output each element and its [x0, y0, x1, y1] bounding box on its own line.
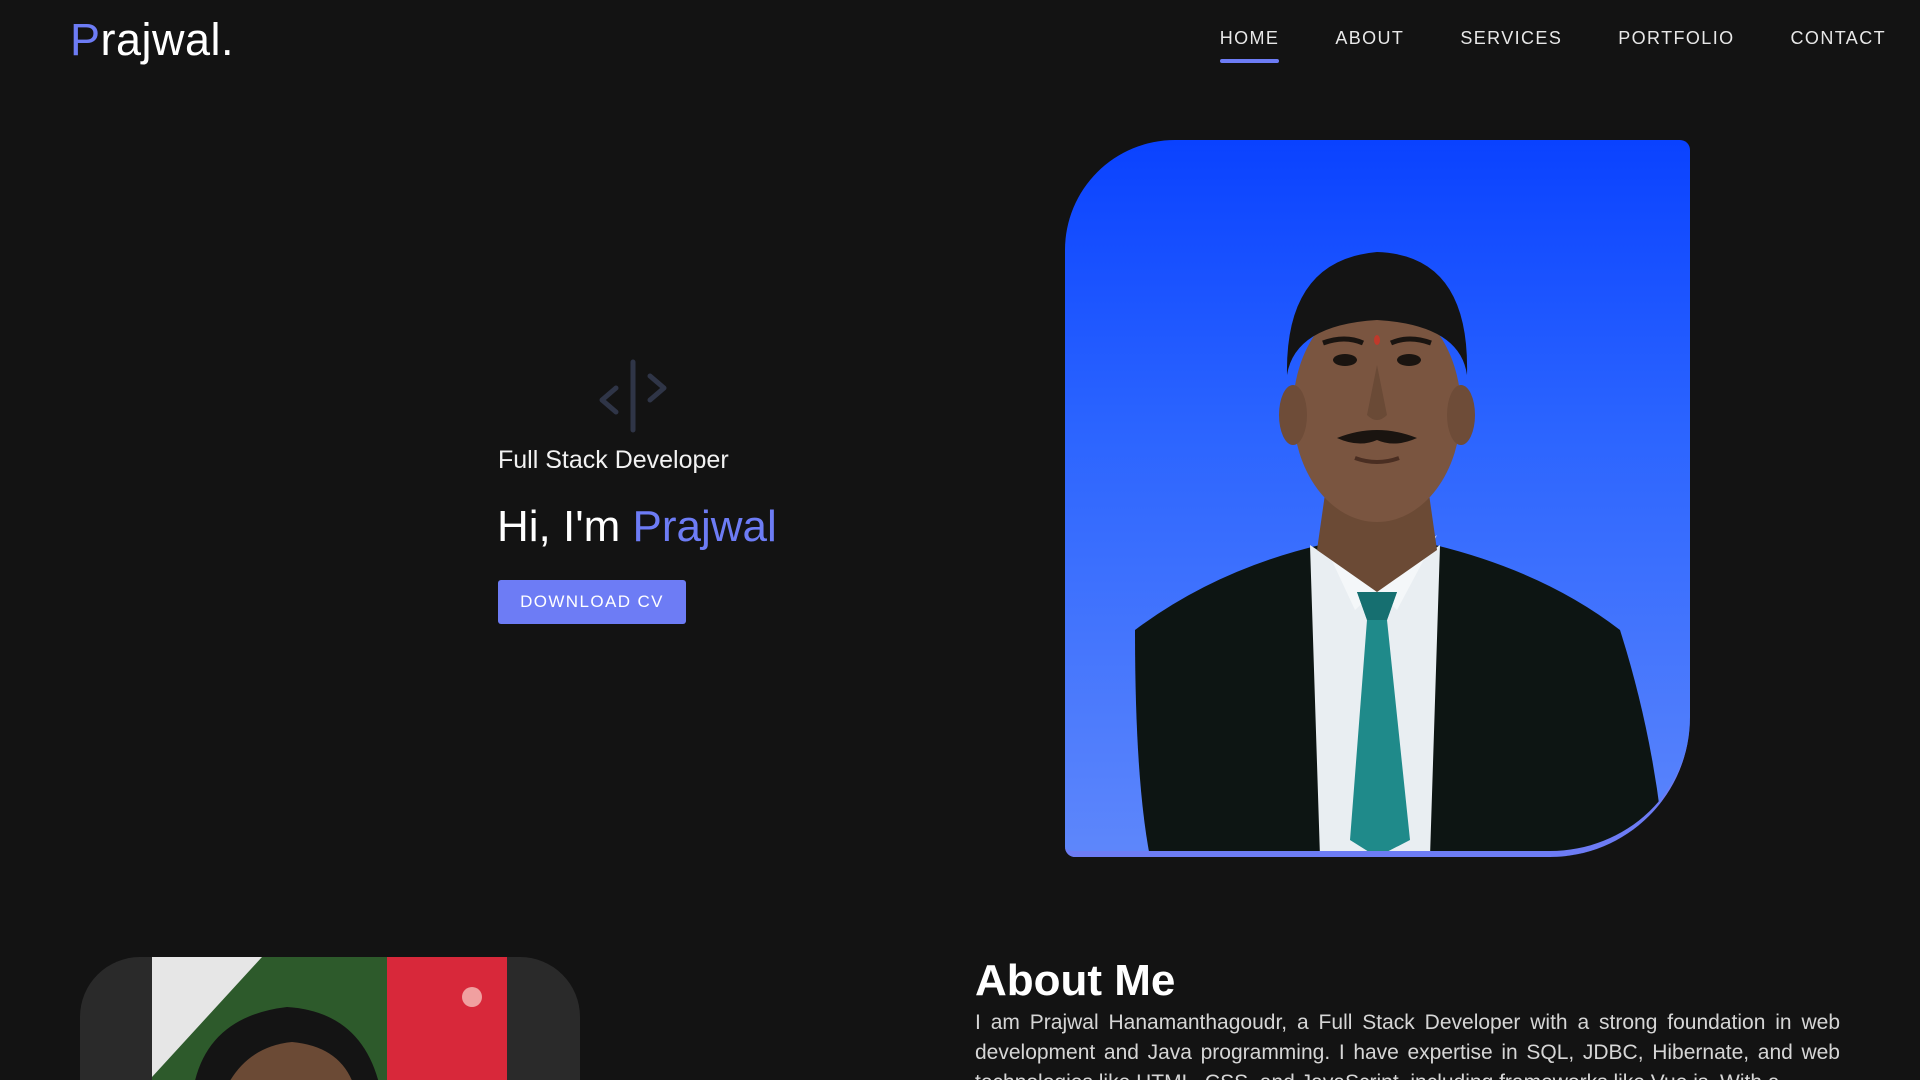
- hero-greeting: Hi, I'm: [497, 502, 633, 551]
- download-cv-button[interactable]: DOWNLOAD CV: [498, 580, 686, 624]
- profile-photo-illustration: [1135, 252, 1665, 857]
- profile-photo: [1065, 140, 1690, 857]
- hero-name: Prajwal: [632, 502, 777, 551]
- brand-logo-rest: rajwal.: [100, 14, 235, 65]
- hero-title: Hi, I'm Prajwal: [497, 502, 777, 552]
- nav-item-home[interactable]: HOME: [1192, 28, 1308, 63]
- brand-logo-initial: P: [70, 14, 101, 65]
- navbar: Prajwal. HOME ABOUT SERVICES PORTFOLIO C…: [0, 0, 1920, 82]
- nav-item-services[interactable]: SERVICES: [1432, 28, 1590, 49]
- nav-item-about[interactable]: ABOUT: [1307, 28, 1432, 49]
- code-icon: [599, 359, 667, 433]
- brand-logo[interactable]: Prajwal.: [70, 14, 234, 66]
- nav-item-portfolio[interactable]: PORTFOLIO: [1590, 28, 1762, 49]
- about-text: I am Prajwal Hanamanthagoudr, a Full Sta…: [975, 1011, 1840, 1080]
- nav-menu: HOME ABOUT SERVICES PORTFOLIO CONTACT: [1192, 28, 1886, 63]
- about-heading: About Me: [975, 956, 1176, 1005]
- about-photo-illustration: [152, 957, 507, 1080]
- about-photo: [80, 957, 580, 1080]
- hero-subtitle: Full Stack Developer: [498, 446, 729, 474]
- nav-item-contact[interactable]: CONTACT: [1763, 28, 1886, 49]
- portfolio-page: Prajwal. HOME ABOUT SERVICES PORTFOLIO C…: [0, 0, 1920, 1080]
